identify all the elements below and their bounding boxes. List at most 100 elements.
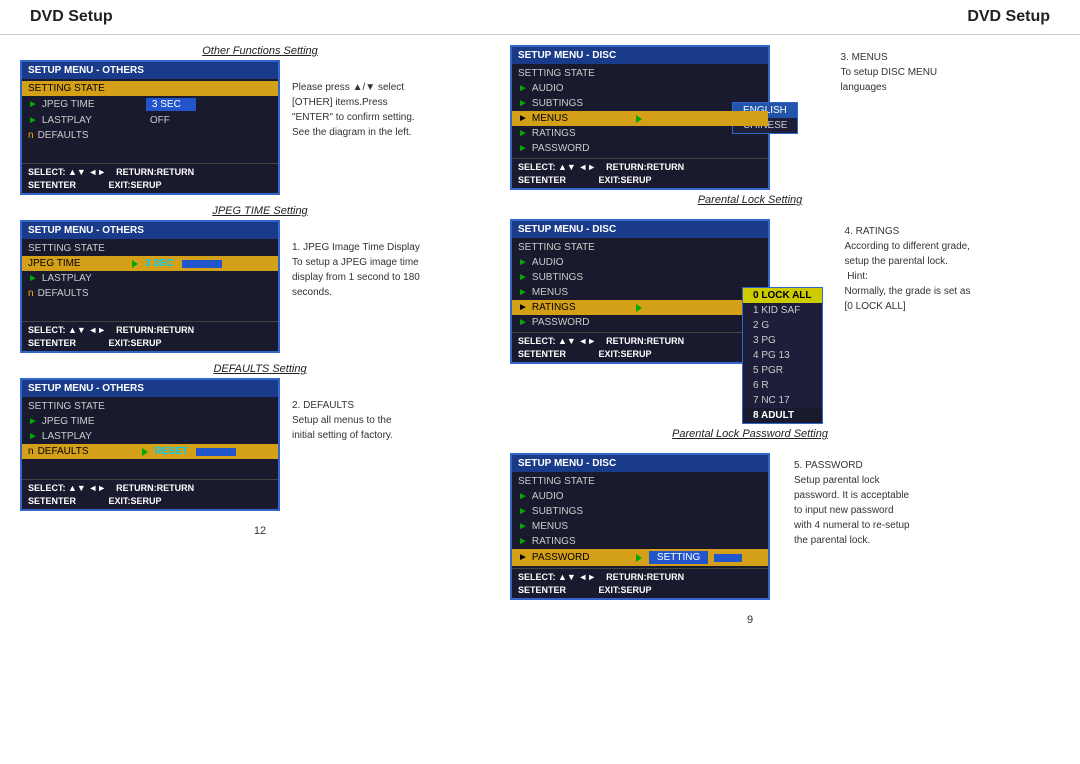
- menu-row3-lastplay[interactable]: ► LASTPLAY: [22, 429, 278, 444]
- disc-row3-setting-state[interactable]: SETTING STATE: [512, 474, 768, 489]
- jpeg-section: SETUP MENU - OTHERS SETTING STATE JPEG T…: [20, 220, 500, 353]
- disc-row3-subtings[interactable]: ► SUBTINGS: [512, 504, 768, 519]
- rating-6-r[interactable]: 6 R: [743, 378, 822, 393]
- disc-menu-3-footer2: SETENTER EXIT:SERUP: [512, 585, 768, 598]
- menu-row2-jpeg-time[interactable]: JPEG TIME 3 SEC: [22, 256, 278, 271]
- jpeg-icon: ►: [28, 99, 38, 110]
- disc-menu-1-footer2: SETENTER EXIT:SERUP: [512, 175, 768, 188]
- menu-row3-jpeg-time[interactable]: ► JPEG TIME: [22, 414, 278, 429]
- menu-row3-setting-state[interactable]: SETTING STATE: [22, 399, 278, 414]
- menus-desc: 3. MENUSTo setup DISC MENUlanguages: [840, 45, 937, 95]
- rating-0-lock-all[interactable]: 0 LOCK ALL: [743, 288, 822, 303]
- ratings-arrow: [636, 304, 642, 312]
- subtings1-icon: ►: [518, 98, 528, 109]
- subtings3-icon: ►: [518, 506, 528, 517]
- jpeg-section-wrapper: JPEG TIME Setting SETUP MENU - OTHERS SE…: [20, 205, 500, 353]
- menu-row-defaults[interactable]: n DEFAULTS: [22, 128, 278, 143]
- menu-row2-defaults[interactable]: n DEFAULTS: [22, 286, 278, 301]
- disc-row1-menus[interactable]: ► MENUS: [512, 111, 768, 126]
- defaults-section: SETUP MENU - OTHERS SETTING STATE ► JPEG…: [20, 378, 500, 511]
- others-menu-3-body: SETTING STATE ► JPEG TIME ► LASTPLAY n: [22, 397, 278, 479]
- ratings1-icon: ►: [518, 128, 528, 139]
- disc-ratings-section: SETUP MENU - DISC SETTING STATE ► AUDIO …: [510, 219, 990, 424]
- disc-row1-setting-state[interactable]: SETTING STATE: [512, 66, 768, 81]
- menus3-icon: ►: [518, 521, 528, 532]
- disc-row1-password[interactable]: ► PASSWORD: [512, 141, 768, 156]
- disc-row2-ratings[interactable]: ► RATINGS: [512, 300, 768, 315]
- others-menu-2-footer: SELECT: ▲▼ ◄► RETURN:RETURN: [22, 321, 278, 338]
- menu-row2-lastplay[interactable]: ► LASTPLAY: [22, 271, 278, 286]
- disc-menus-section-wrapper: SETUP MENU - DISC SETTING STATE ► AUDIO …: [510, 45, 990, 209]
- disc-menu-1: SETUP MENU - DISC SETTING STATE ► AUDIO …: [510, 45, 770, 190]
- disc-menu-3-body: SETTING STATE ► AUDIO ► SUBTINGS ► MEN: [512, 472, 768, 568]
- disc-menus-section: SETUP MENU - DISC SETTING STATE ► AUDIO …: [510, 45, 990, 190]
- others-menu-1-body: SETTING STATE ► JPEG TIME 3 SEC ► LASTPL…: [22, 79, 278, 163]
- lastplay-icon: ►: [28, 115, 38, 126]
- rating-1-kid-saf[interactable]: 1 KID SAF: [743, 303, 822, 318]
- jpeg-desc: 1. JPEG Image Time DisplayTo setup a JPE…: [292, 220, 420, 300]
- menu-row2-setting-state[interactable]: SETTING STATE: [22, 241, 278, 256]
- ratings-list: 0 LOCK ALL 1 KID SAF 2 G 3 PG 4 PG 13 5 …: [742, 287, 823, 424]
- others-section-label: Other Functions Setting: [20, 45, 500, 57]
- password1-icon: ►: [518, 143, 528, 154]
- disc-row1-audio[interactable]: ► AUDIO: [512, 81, 768, 96]
- jpeg3-icon: ►: [28, 416, 38, 427]
- disc-row2-setting-state[interactable]: SETTING STATE: [512, 240, 768, 255]
- disc-menu-1-header: SETUP MENU - DISC: [512, 47, 768, 64]
- lastplay3-icon: ►: [28, 431, 38, 442]
- disc-password-section-wrapper: SETUP MENU - DISC SETTING STATE ► AUDIO …: [510, 453, 990, 600]
- disc-menu-2: SETUP MENU - DISC SETTING STATE ► AUDIO …: [510, 219, 770, 364]
- disc-row3-menus[interactable]: ► MENUS: [512, 519, 768, 534]
- rating-8-adult[interactable]: 8 ADULT: [743, 408, 822, 423]
- others-menu-1-footer: SELECT: ▲▼ ◄► RETURN:RETURN: [22, 163, 278, 180]
- menu-row-setting-state[interactable]: SETTING STATE: [22, 81, 278, 96]
- menu-row-jpeg-time[interactable]: ► JPEG TIME 3 SEC: [22, 96, 278, 113]
- disc-menu-2-footer2: SETENTER EXIT:SERUP: [512, 349, 768, 362]
- disc-row3-ratings[interactable]: ► RATINGS: [512, 534, 768, 549]
- others-desc: Please press ▲/▼ select[OTHER] items.Pre…: [292, 60, 415, 140]
- rating-7-nc17[interactable]: 7 NC 17: [743, 393, 822, 408]
- others-menu-3-footer2: SETENTER EXIT:SERUP: [22, 496, 278, 509]
- password-bar: [714, 554, 742, 562]
- others-menu-1-header: SETUP MENU - OTHERS: [22, 62, 278, 79]
- disc-row1-subtings[interactable]: ► SUBTINGS: [512, 96, 768, 111]
- disc-row2-audio[interactable]: ► AUDIO: [512, 255, 768, 270]
- disc-row2-menus[interactable]: ► MENUS: [512, 285, 768, 300]
- others-menu-2: SETUP MENU - OTHERS SETTING STATE JPEG T…: [20, 220, 280, 353]
- rating-4-pg13[interactable]: 4 PG 13: [743, 348, 822, 363]
- disc-row2-password[interactable]: ► PASSWORD: [512, 315, 768, 330]
- defaults-arrow: [142, 448, 148, 456]
- disc-row3-audio[interactable]: ► AUDIO: [512, 489, 768, 504]
- right-page-number: 9: [510, 614, 990, 626]
- menu-row-lastplay[interactable]: ► LASTPLAY OFF: [22, 113, 278, 128]
- rating-3-pg[interactable]: 3 PG: [743, 333, 822, 348]
- disc-menu-3-header: SETUP MENU - DISC: [512, 455, 768, 472]
- rating-2-g[interactable]: 2 G: [743, 318, 822, 333]
- menus1-icon: ►: [518, 113, 528, 124]
- disc-row1-ratings[interactable]: ► RATINGS: [512, 126, 768, 141]
- password2-icon: ►: [518, 317, 528, 328]
- password-setting-bar: SETTING: [649, 551, 708, 564]
- menus2-icon: ►: [518, 287, 528, 298]
- lastplay2-icon: ►: [28, 273, 38, 284]
- left-column: Other Functions Setting SETUP MENU - OTH…: [20, 45, 500, 626]
- disc-menu-3-footer: SELECT: ▲▼ ◄► RETURN:RETURN: [512, 568, 768, 585]
- ratings-submenu: 0 LOCK ALL 1 KID SAF 2 G 3 PG 4 PG 13 5 …: [742, 287, 823, 424]
- page-header: DVD Setup DVD Setup: [0, 0, 1080, 35]
- disc-row2-subtings[interactable]: ► SUBTINGS: [512, 270, 768, 285]
- password-arrow: [636, 554, 642, 562]
- disc-row3-password[interactable]: ► PASSWORD SETTING: [512, 549, 768, 566]
- others-section: SETUP MENU - OTHERS SETTING STATE ► JPEG…: [20, 60, 500, 195]
- defaults3-icon: n: [28, 446, 34, 457]
- right-column: SETUP MENU - DISC SETTING STATE ► AUDIO …: [510, 45, 990, 626]
- ratings2-icon: ►: [518, 302, 528, 313]
- jpeg-section-label: JPEG TIME Setting: [20, 205, 500, 217]
- rating-5-pgr[interactable]: 5 PGR: [743, 363, 822, 378]
- disc-menu-2-body: SETTING STATE ► AUDIO ► SUBTINGS ► MEN: [512, 238, 768, 332]
- others-section-wrapper: Other Functions Setting SETUP MENU - OTH…: [20, 45, 500, 195]
- disc-ratings-section-wrapper: SETUP MENU - DISC SETTING STATE ► AUDIO …: [510, 219, 990, 443]
- password-desc: 5. PASSWORDSetup parental lockpassword. …: [794, 453, 910, 548]
- jpeg-arrow: [132, 260, 138, 268]
- menu-row3-defaults[interactable]: n DEFAULTS RESET: [22, 444, 278, 459]
- defaults-icon: n: [28, 130, 34, 141]
